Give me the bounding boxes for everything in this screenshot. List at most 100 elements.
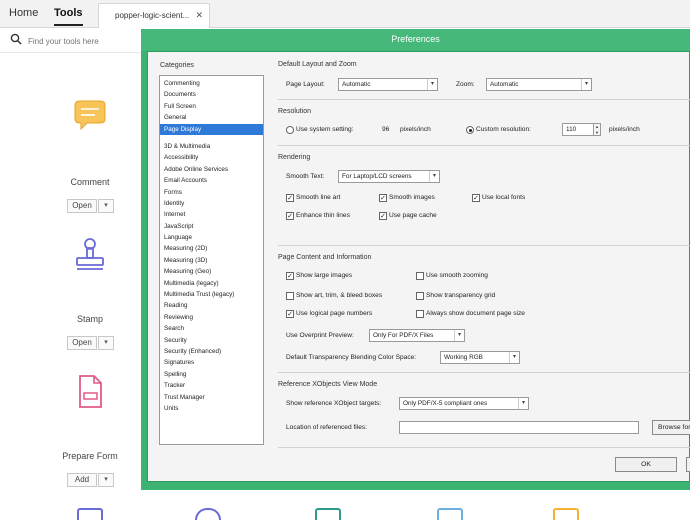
home-tab[interactable]: Home	[9, 7, 38, 19]
search-input[interactable]	[28, 34, 136, 48]
preferences-dialog: Preferences Categories Commenting Docume…	[141, 29, 690, 490]
category-item[interactable]: Full Screen	[160, 101, 263, 112]
category-item[interactable]: Measuring (2D)	[160, 243, 263, 254]
category-item[interactable]: Measuring (3D)	[160, 255, 263, 266]
category-item[interactable]: Trust Manager	[160, 392, 263, 403]
use-page-cache-label: Use page cache	[389, 212, 437, 219]
smooth-line-art-checkbox[interactable]: ✓	[286, 194, 294, 202]
category-item[interactable]: Reading	[160, 300, 263, 311]
categories-list[interactable]: Commenting Documents Full Screen General…	[159, 75, 264, 445]
referenced-files-location-input[interactable]	[399, 421, 639, 434]
show-xobject-select[interactable]: Only PDF/X-5 compliant ones ▾	[399, 397, 529, 410]
spinner-down-icon[interactable]: ▼	[594, 130, 600, 136]
transparency-blending-value: Working RGB	[444, 354, 483, 361]
category-item[interactable]: Signatures	[160, 357, 263, 368]
category-item[interactable]: Identity	[160, 198, 263, 209]
overprint-preview-value: Only For PDF/X Files	[373, 332, 434, 339]
ok-button[interactable]: OK	[615, 457, 677, 472]
use-local-fonts-label: Use local fonts	[482, 194, 526, 201]
use-smooth-zooming-checkbox[interactable]	[416, 272, 424, 280]
category-item[interactable]: Search	[160, 323, 263, 334]
stamp-icon[interactable]	[71, 236, 109, 274]
page-layout-value: Automatic	[342, 81, 371, 88]
category-item[interactable]: Accessibility	[160, 152, 263, 163]
smooth-images-checkbox[interactable]: ✓	[379, 194, 387, 202]
category-item[interactable]: JavaScript	[160, 221, 263, 232]
page-layout-select[interactable]: Automatic ▾	[338, 78, 438, 91]
tools-panel: Comment Open ▾ Stamp Open ▾ Prepare Form…	[0, 29, 141, 518]
smooth-text-select[interactable]: For Laptop/LCD screens ▾	[338, 170, 440, 183]
use-system-setting-radio[interactable]	[286, 126, 294, 134]
category-item[interactable]: Commenting	[160, 78, 263, 89]
comment-icon[interactable]	[71, 99, 109, 137]
chevron-down-icon: ▾	[427, 79, 437, 90]
rendering-section-title: Rendering	[278, 154, 311, 161]
category-item[interactable]: Measuring (Geo)	[160, 266, 263, 277]
chevron-down-icon[interactable]: ▾	[98, 336, 114, 350]
category-item[interactable]: Security	[160, 335, 263, 346]
show-art-trim-checkbox[interactable]	[286, 292, 294, 300]
tool-icon[interactable]	[437, 508, 463, 520]
tool-name: Prepare Form	[62, 451, 118, 461]
enhance-thin-lines-checkbox[interactable]: ✓	[286, 212, 294, 220]
cancel-button[interactable]	[686, 457, 690, 472]
show-transparency-grid-checkbox[interactable]	[416, 292, 424, 300]
prepare-form-icon[interactable]	[71, 373, 109, 411]
use-local-fonts-checkbox[interactable]: ✓	[472, 194, 480, 202]
category-item[interactable]: Multimedia (legacy)	[160, 278, 263, 289]
category-item-selected[interactable]: Page Display	[160, 123, 263, 135]
section-divider	[278, 245, 690, 246]
show-art-trim-label: Show art, trim, & bleed boxes	[296, 292, 383, 299]
pixels-per-inch-label: pixels/inch	[609, 126, 640, 133]
overprint-preview-select[interactable]: Only For PDF/X Files ▾	[369, 329, 465, 342]
show-xobject-value: Only PDF/X-5 compliant ones	[403, 400, 488, 407]
transparency-blending-label: Default Transparency Blending Color Spac…	[286, 354, 417, 361]
open-button[interactable]: Open	[67, 199, 97, 213]
category-item[interactable]: Documents	[160, 89, 263, 100]
xobjects-section-title: Reference XObjects View Mode	[278, 381, 378, 388]
document-tab[interactable]: popper-logic-scient... ✕	[98, 3, 210, 28]
category-item[interactable]: Forms	[160, 187, 263, 198]
category-item[interactable]: Language	[160, 232, 263, 243]
category-item[interactable]: Reviewing	[160, 312, 263, 323]
always-show-page-size-checkbox[interactable]	[416, 310, 424, 318]
close-icon[interactable]: ✕	[195, 10, 203, 21]
zoom-select[interactable]: Automatic ▾	[486, 78, 592, 91]
category-item[interactable]: Email Accounts	[160, 175, 263, 186]
referenced-files-location-label: Location of referenced files:	[286, 424, 368, 431]
dialog-title-bar[interactable]: Preferences	[141, 29, 690, 51]
category-item[interactable]: Multimedia Trust (legacy)	[160, 289, 263, 300]
pixels-per-inch-label: pixels/inch	[400, 126, 431, 133]
category-item[interactable]: Security (Enhanced)	[160, 346, 263, 357]
top-toolbar: Home Tools popper-logic-scient... ✕	[0, 0, 690, 28]
categories-label: Categories	[160, 62, 194, 69]
category-item[interactable]: Spelling	[160, 369, 263, 380]
zoom-value: Automatic	[490, 81, 519, 88]
tools-search-row	[0, 29, 141, 53]
tool-icon[interactable]	[553, 508, 579, 520]
resolution-spinner[interactable]: ▲ ▼	[593, 123, 601, 136]
category-item[interactable]: Tracker	[160, 380, 263, 391]
browse-for-location-button[interactable]: Browse for Location...	[652, 420, 690, 435]
use-page-cache-checkbox[interactable]: ✓	[379, 212, 387, 220]
category-item[interactable]: Internet	[160, 209, 263, 220]
tools-tab[interactable]: Tools	[54, 7, 83, 26]
transparency-blending-select[interactable]: Working RGB ▾	[440, 351, 520, 364]
tool-icon[interactable]	[77, 508, 103, 520]
open-button[interactable]: Open	[67, 336, 97, 350]
custom-resolution-input[interactable]: 110	[562, 123, 594, 136]
chevron-down-icon: ▾	[581, 79, 591, 90]
chevron-down-icon[interactable]: ▾	[98, 473, 114, 487]
category-item[interactable]: 3D & Multimedia	[160, 141, 263, 152]
category-item[interactable]: General	[160, 112, 263, 123]
tool-icon[interactable]	[195, 508, 221, 520]
custom-resolution-radio[interactable]	[466, 126, 474, 134]
category-item[interactable]: Adobe Online Services	[160, 164, 263, 175]
chevron-down-icon[interactable]: ▾	[98, 199, 114, 213]
show-large-images-checkbox[interactable]: ✓	[286, 272, 294, 280]
add-button[interactable]: Add	[67, 473, 97, 487]
tool-icon[interactable]	[315, 508, 341, 520]
chevron-down-icon: ▾	[509, 352, 519, 363]
logical-page-numbers-checkbox[interactable]: ✓	[286, 310, 294, 318]
category-item[interactable]: Units	[160, 403, 263, 414]
